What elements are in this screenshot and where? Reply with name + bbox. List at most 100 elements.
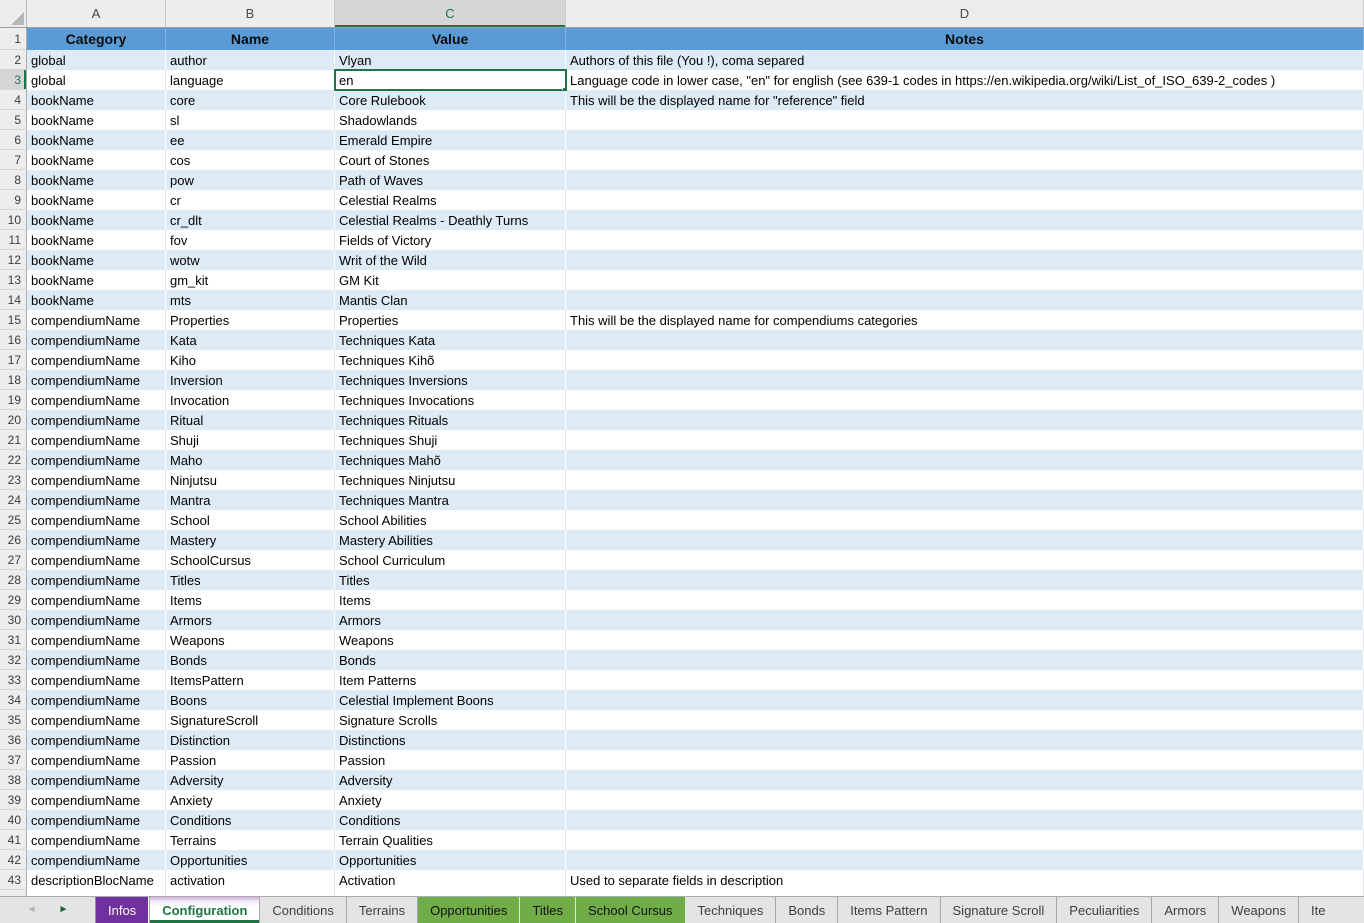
cell-C22[interactable]: Techniques Mahõ [335, 450, 566, 470]
cell-A38[interactable]: compendiumName [27, 770, 166, 790]
cell-A20[interactable]: compendiumName [27, 410, 166, 430]
row-header-8[interactable]: 8 [0, 170, 27, 190]
cell-B37[interactable]: Passion [166, 750, 335, 770]
row-header-7[interactable]: 7 [0, 150, 27, 170]
cell-A32[interactable]: compendiumName [27, 650, 166, 670]
cell-A4[interactable]: bookName [27, 90, 166, 110]
cell-D40[interactable] [566, 810, 1364, 830]
row-header-15[interactable]: 15 [0, 310, 27, 330]
cell-A28[interactable]: compendiumName [27, 570, 166, 590]
cell-B4[interactable]: core [166, 90, 335, 110]
cell-C15[interactable]: Properties [335, 310, 566, 330]
cell-A26[interactable]: compendiumName [27, 530, 166, 550]
cell-B9[interactable]: cr [166, 190, 335, 210]
cell-D27[interactable] [566, 550, 1364, 570]
cell-A40[interactable]: compendiumName [27, 810, 166, 830]
sheet-tab-techniques[interactable]: Techniques [686, 897, 777, 923]
cell-B10[interactable]: cr_dlt [166, 210, 335, 230]
cell-D38[interactable] [566, 770, 1364, 790]
cell-A34[interactable]: compendiumName [27, 690, 166, 710]
cell-A18[interactable]: compendiumName [27, 370, 166, 390]
cell-C35[interactable]: Signature Scrolls [335, 710, 566, 730]
cell-B13[interactable]: gm_kit [166, 270, 335, 290]
cell-B22[interactable]: Maho [166, 450, 335, 470]
cell-D31[interactable] [566, 630, 1364, 650]
cell-B32[interactable]: Bonds [166, 650, 335, 670]
cell-A43[interactable]: descriptionBlocName [27, 870, 166, 890]
sheet-tab-weapons[interactable]: Weapons [1219, 897, 1299, 923]
cell-C16[interactable]: Techniques Kata [335, 330, 566, 350]
cell-C19[interactable]: Techniques Invocations [335, 390, 566, 410]
cell-C33[interactable]: Item Patterns [335, 670, 566, 690]
cell-C28[interactable]: Titles [335, 570, 566, 590]
cell-C14[interactable]: Mantis Clan [335, 290, 566, 310]
cell-C37[interactable]: Passion [335, 750, 566, 770]
cell-B31[interactable]: Weapons [166, 630, 335, 650]
cell-C26[interactable]: Mastery Abilities [335, 530, 566, 550]
cell-D30[interactable] [566, 610, 1364, 630]
cell-C40[interactable]: Conditions [335, 810, 566, 830]
cell-B3[interactable]: language [166, 70, 335, 90]
row-header-31[interactable]: 31 [0, 630, 27, 650]
sheet-tab-signature-scroll[interactable]: Signature Scroll [941, 897, 1058, 923]
cell-C9[interactable]: Celestial Realms [335, 190, 566, 210]
cell-C29[interactable]: Items [335, 590, 566, 610]
cell-B25[interactable]: School [166, 510, 335, 530]
cell-D41[interactable] [566, 830, 1364, 850]
cell-C6[interactable]: Emerald Empire [335, 130, 566, 150]
cell-D3[interactable]: Language code in lower case, "en" for en… [566, 70, 1364, 90]
row-header-12[interactable]: 12 [0, 250, 27, 270]
cell-B5[interactable]: sl [166, 110, 335, 130]
cell-B8[interactable]: pow [166, 170, 335, 190]
row-header-26[interactable]: 26 [0, 530, 27, 550]
cell-B17[interactable]: Kiho [166, 350, 335, 370]
cell-D23[interactable] [566, 470, 1364, 490]
fill-handle[interactable] [562, 87, 566, 90]
cell-C3[interactable]: en [335, 70, 566, 90]
row-header-36[interactable]: 36 [0, 730, 27, 750]
cell-A27[interactable]: compendiumName [27, 550, 166, 570]
table-header-name[interactable]: Name [166, 28, 335, 50]
row-header-41[interactable]: 41 [0, 830, 27, 850]
cell-C10[interactable]: Celestial Realms - Deathly Turns [335, 210, 566, 230]
cell-D37[interactable] [566, 750, 1364, 770]
cell-D7[interactable] [566, 150, 1364, 170]
cell-C43[interactable]: Activation [335, 870, 566, 890]
cell-B6[interactable]: ee [166, 130, 335, 150]
cell-B16[interactable]: Kata [166, 330, 335, 350]
cell-C25[interactable]: School Abilities [335, 510, 566, 530]
row-header-42[interactable]: 42 [0, 850, 27, 870]
cell-D36[interactable] [566, 730, 1364, 750]
cell-B19[interactable]: Invocation [166, 390, 335, 410]
sheet-tab-armors[interactable]: Armors [1152, 897, 1219, 923]
row-header-25[interactable]: 25 [0, 510, 27, 530]
cell-C4[interactable]: Core Rulebook [335, 90, 566, 110]
row-header-20[interactable]: 20 [0, 410, 27, 430]
cell-A42[interactable]: compendiumName [27, 850, 166, 870]
cell-B24[interactable]: Mantra [166, 490, 335, 510]
sheet-nav-right-icon[interactable]: ► [59, 905, 69, 915]
sheet-nav-left-icon[interactable]: ◄ [27, 905, 37, 915]
cell-C18[interactable]: Techniques Inversions [335, 370, 566, 390]
sheet-tab-school-cursus[interactable]: School Cursus [576, 897, 686, 923]
row-header-40[interactable]: 40 [0, 810, 27, 830]
cell-A35[interactable]: compendiumName [27, 710, 166, 730]
cell-A10[interactable]: bookName [27, 210, 166, 230]
column-header-a[interactable]: A [27, 0, 166, 27]
cell-C34[interactable]: Celestial Implement Boons [335, 690, 566, 710]
cell-B2[interactable]: author [166, 50, 335, 70]
row-header-10[interactable]: 10 [0, 210, 27, 230]
cell-A2[interactable]: global [27, 50, 166, 70]
cell-D22[interactable] [566, 450, 1364, 470]
row-header-38[interactable]: 38 [0, 770, 27, 790]
row-header-35[interactable]: 35 [0, 710, 27, 730]
cell-B40[interactable]: Conditions [166, 810, 335, 830]
cell-B38[interactable]: Adversity [166, 770, 335, 790]
select-all-corner[interactable] [0, 0, 27, 27]
sheet-tab-peculiarities[interactable]: Peculiarities [1057, 897, 1152, 923]
column-header-d[interactable]: D [566, 0, 1364, 27]
cell-A9[interactable]: bookName [27, 190, 166, 210]
cell-A8[interactable]: bookName [27, 170, 166, 190]
cell-D33[interactable] [566, 670, 1364, 690]
cell-C20[interactable]: Techniques Rituals [335, 410, 566, 430]
